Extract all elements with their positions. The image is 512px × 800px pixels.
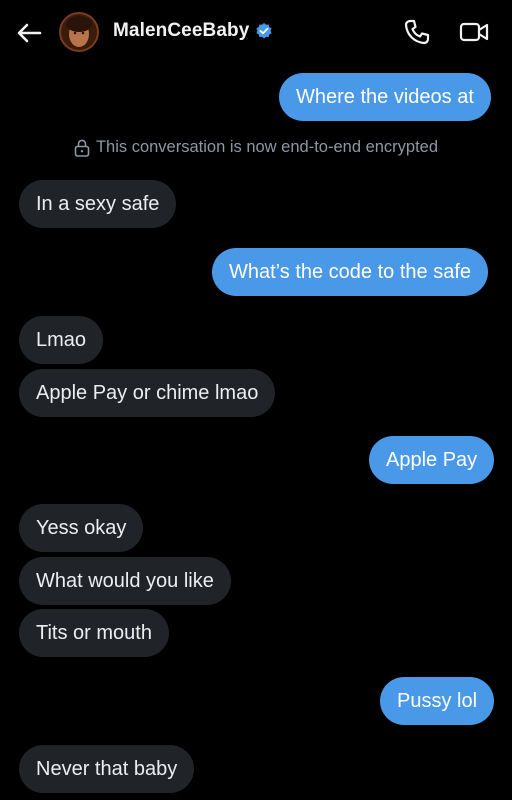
message-incoming[interactable]: Lmao <box>19 316 104 364</box>
lock-icon <box>74 139 90 157</box>
message-incoming[interactable]: Yess okay <box>19 504 144 552</box>
message-outgoing[interactable]: Apple Pay <box>369 436 495 484</box>
encryption-notice: This conversation is now end-to-end encr… <box>0 138 512 157</box>
contact-name: MalenCeeBaby <box>113 20 250 41</box>
message-incoming[interactable]: Tits or mouth <box>19 609 169 657</box>
verified-badge-icon <box>256 23 272 39</box>
message-outgoing[interactable]: What’s the code to the safe <box>212 248 489 296</box>
encryption-notice-text: This conversation is now end-to-end encr… <box>95 138 439 156</box>
message-incoming[interactable]: Never that baby <box>19 745 195 793</box>
message-incoming[interactable]: Apple Pay or chime lmao <box>19 369 276 417</box>
chat-header: MalenCeeBaby <box>0 0 512 64</box>
video-camera-icon[interactable] <box>458 18 490 46</box>
message-outgoing[interactable]: Where the videos at <box>279 73 491 121</box>
avatar[interactable] <box>59 12 99 52</box>
arrow-left-icon[interactable] <box>14 18 44 48</box>
message-outgoing[interactable]: Pussy lol <box>380 677 495 725</box>
message-incoming[interactable]: What would you like <box>19 557 231 605</box>
contact-name-group[interactable]: MalenCeeBaby <box>113 20 273 42</box>
message-incoming[interactable]: In a sexy safe <box>19 180 177 228</box>
phone-icon[interactable] <box>403 18 431 46</box>
